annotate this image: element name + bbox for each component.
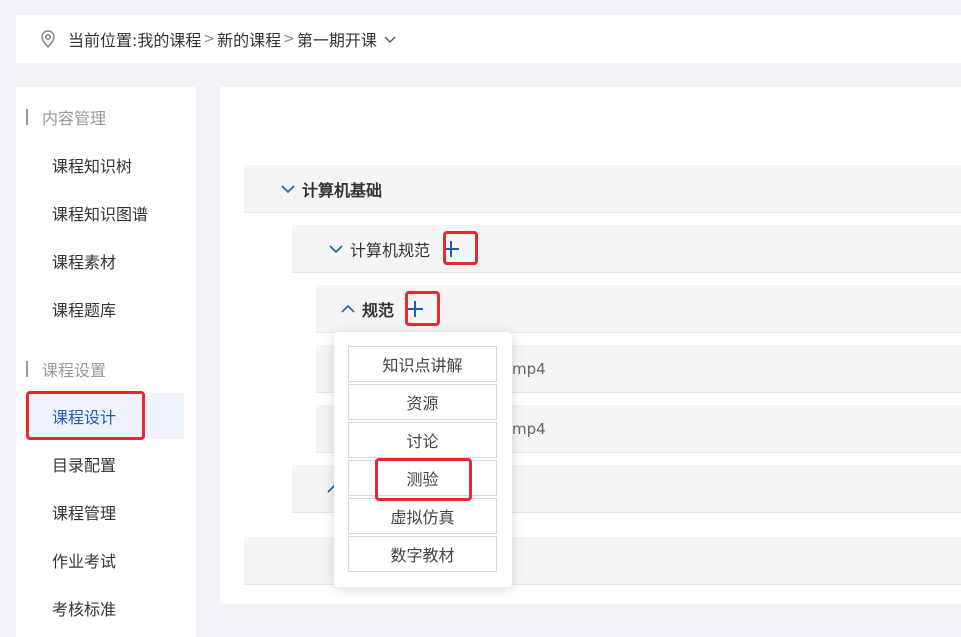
menu-item-resource[interactable]: 资源: [348, 384, 497, 420]
sidebar: 内容管理 课程知识树 课程知识图谱 课程素材 课程题库 课程设置 课程设计 目录…: [16, 87, 196, 637]
menu-item-knowledge-explain[interactable]: 知识点讲解: [348, 346, 497, 382]
location-pin-icon: [41, 30, 55, 49]
breadcrumb-separator: >: [283, 31, 295, 47]
plus-icon[interactable]: [404, 298, 426, 320]
section-divider: [26, 361, 28, 377]
sidebar-item-knowledge-tree[interactable]: 课程知识树: [26, 142, 184, 188]
section-divider: [26, 109, 28, 125]
tree-row-level3[interactable]: 规范: [316, 285, 961, 333]
menu-item-quiz[interactable]: 测验: [348, 460, 497, 496]
sidebar-item-question-bank[interactable]: 课程题库: [26, 286, 184, 332]
sidebar-item-course-design[interactable]: 课程设计: [26, 393, 184, 439]
sidebar-item-homework-exam[interactable]: 作业考试: [26, 537, 184, 583]
file-name: mp4: [512, 420, 546, 438]
sidebar-item-assessment[interactable]: 考核标准: [26, 585, 184, 631]
tree-node-label: 规范: [362, 300, 395, 320]
breadcrumb-item-new-course[interactable]: 新的课程: [217, 27, 281, 51]
tree-node-label: 计算机规范: [350, 240, 431, 260]
sidebar-item-catalog-config[interactable]: 目录配置: [26, 441, 184, 487]
sidebar-item-course-management[interactable]: 课程管理: [26, 489, 184, 535]
file-name: mp4: [512, 360, 546, 378]
sidebar-item-knowledge-graph[interactable]: 课程知识图谱: [26, 190, 184, 236]
tree-row-level1[interactable]: 计算机基础: [244, 165, 961, 213]
breadcrumb-separator: >: [203, 31, 216, 47]
breadcrumb-label: 当前位置:: [68, 31, 138, 50]
chevron-up-icon[interactable]: [340, 301, 356, 317]
breadcrumb-bar: 当前位置: 我的课程 > 新的课程 > 第一期开课: [16, 15, 961, 63]
section-title: 课程设置: [42, 361, 107, 380]
tree-node-label: 计算机基础: [302, 180, 383, 200]
chevron-down-icon[interactable]: [383, 32, 397, 46]
chevron-down-icon[interactable]: [328, 241, 344, 257]
menu-item-digital-textbook[interactable]: 数字教材: [348, 536, 497, 572]
menu-item-virtual-simulation[interactable]: 虚拟仿真: [348, 498, 497, 534]
chevron-down-icon[interactable]: [280, 181, 296, 197]
section-title: 内容管理: [42, 109, 107, 128]
tree-row-level2[interactable]: 计算机规范: [292, 225, 961, 273]
sidebar-section-settings: 课程设置: [26, 357, 106, 381]
sidebar-item-materials[interactable]: 课程素材: [26, 238, 184, 284]
plus-icon[interactable]: [440, 238, 462, 260]
menu-item-discussion[interactable]: 讨论: [348, 422, 497, 458]
breadcrumb-item-my-courses[interactable]: 我的课程: [137, 27, 201, 51]
add-item-dropdown: 知识点讲解 资源 讨论 测验 虚拟仿真 数字教材: [334, 332, 512, 587]
sidebar-section-content: 内容管理: [26, 105, 106, 129]
breadcrumb-item-session[interactable]: 第一期开课: [297, 27, 377, 51]
